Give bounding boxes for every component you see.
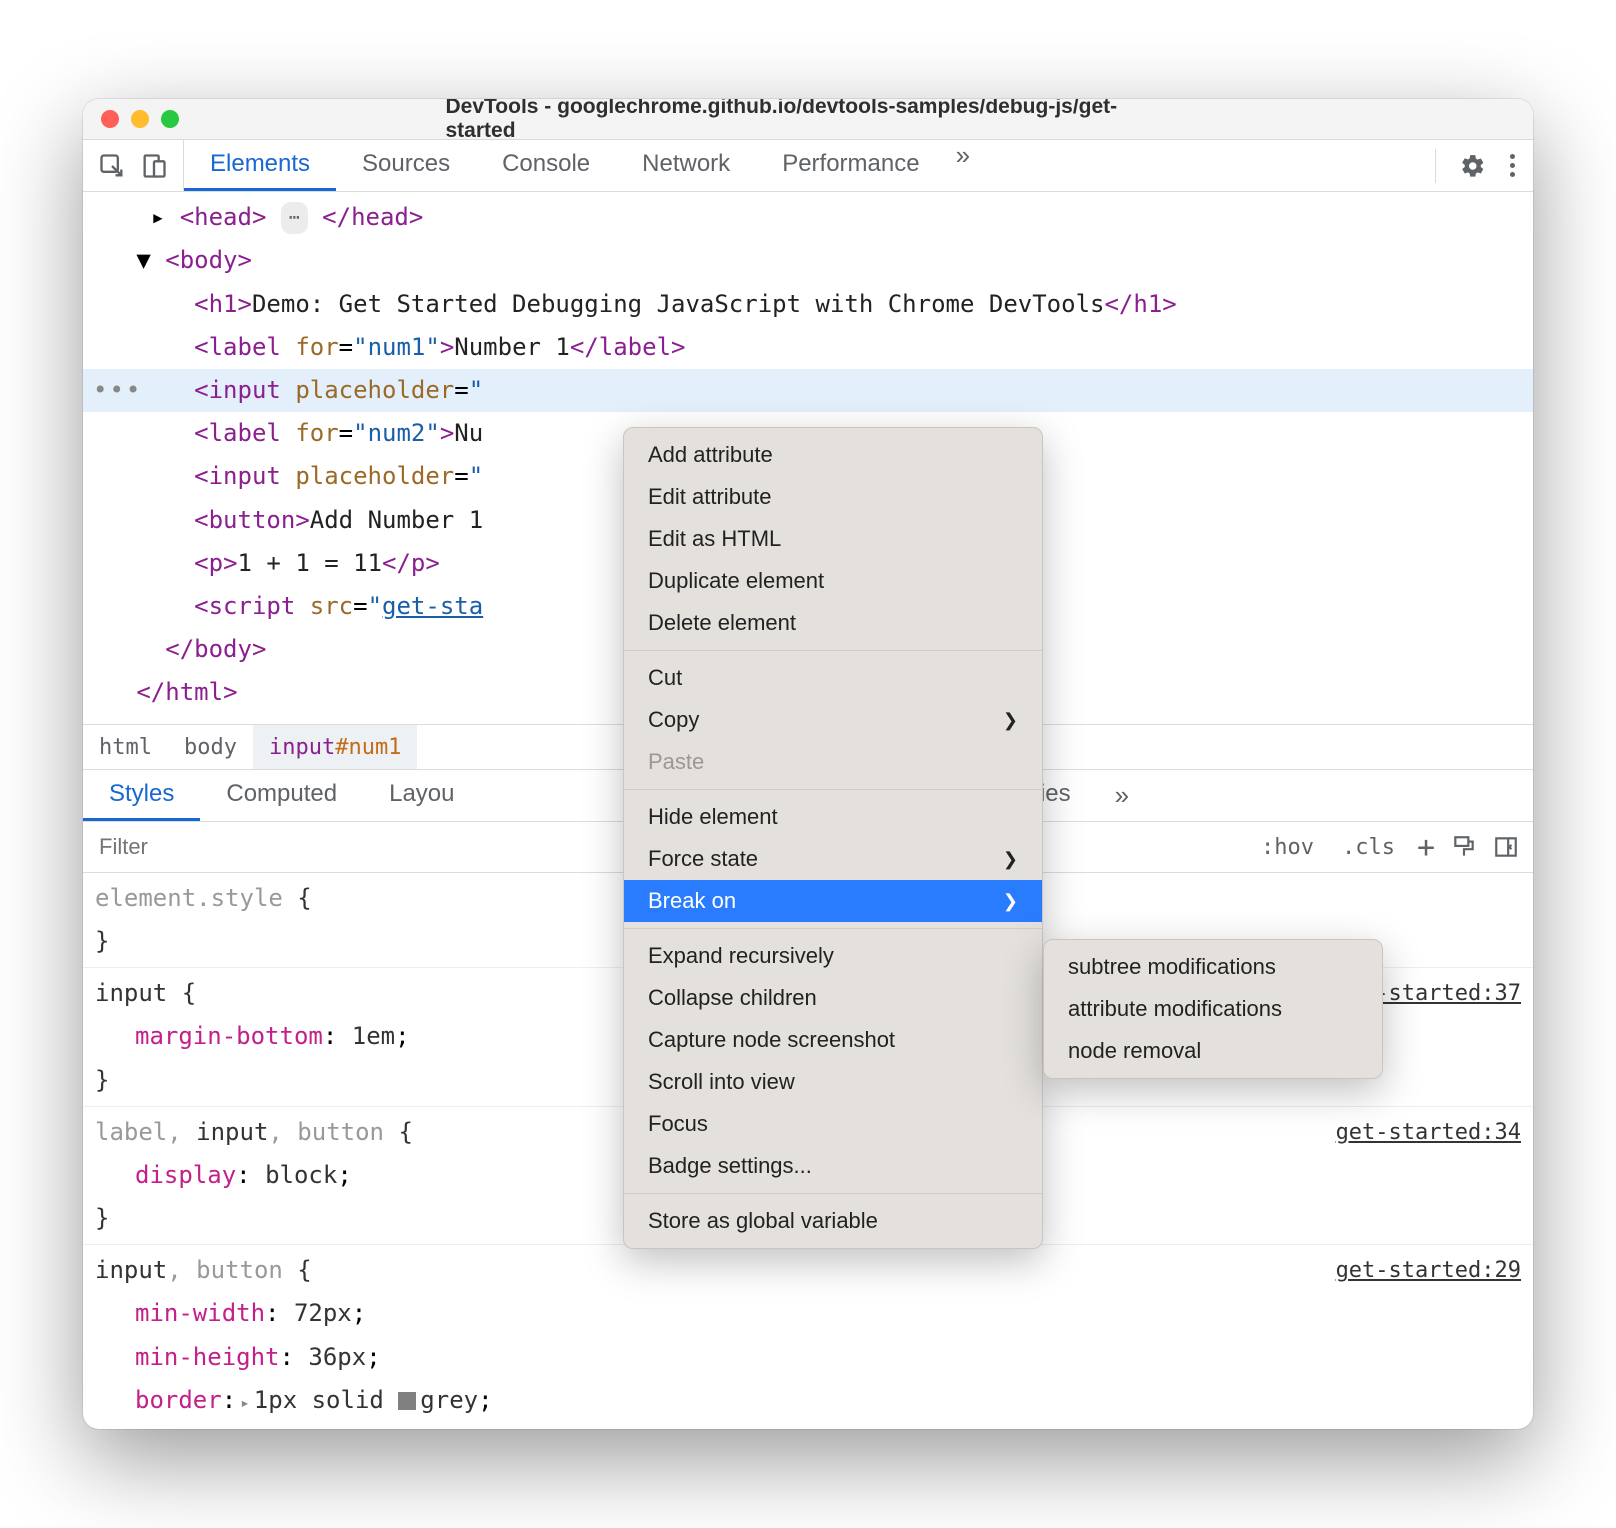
rule-input-button[interactable]: get-started:29 input, button { min-width… <box>83 1245 1533 1429</box>
more-tabs-icon[interactable]: » <box>946 140 980 191</box>
ctx-collapse-children[interactable]: Collapse children <box>624 977 1042 1019</box>
ctx-separator <box>624 789 1042 790</box>
stab-layout[interactable]: Layou <box>363 770 480 821</box>
close-button[interactable] <box>101 110 119 128</box>
more-styles-tabs-icon[interactable]: » <box>1097 770 1147 821</box>
tab-console[interactable]: Console <box>476 140 616 191</box>
hov-toggle[interactable]: :hov <box>1255 833 1320 862</box>
source-link[interactable]: get-started:29 <box>1336 1251 1521 1291</box>
ctx-add-attribute[interactable]: Add attribute <box>624 434 1042 476</box>
ctx-store-global[interactable]: Store as global variable <box>624 1200 1042 1242</box>
tab-sources[interactable]: Sources <box>336 140 476 191</box>
ctx-separator <box>624 1193 1042 1194</box>
main-toolbar: Elements Sources Console Network Perform… <box>83 140 1533 192</box>
dom-head[interactable]: ▸ <head> ⋯ </head> <box>83 196 1533 239</box>
ctx-paste: Paste <box>624 741 1042 783</box>
ctx-edit-attribute[interactable]: Edit attribute <box>624 476 1042 518</box>
ctx-break-on[interactable]: Break on❯ <box>624 880 1042 922</box>
tab-network[interactable]: Network <box>616 140 756 191</box>
crumb-input[interactable]: input#num1 <box>253 725 417 769</box>
computed-panel-icon[interactable] <box>1493 834 1519 860</box>
kebab-menu-icon[interactable] <box>1504 154 1521 177</box>
chevron-right-icon: ❯ <box>1003 710 1018 731</box>
ctx-separator <box>624 928 1042 929</box>
dom-h1[interactable]: <h1>Demo: Get Started Debugging JavaScri… <box>83 283 1533 326</box>
dom-body-open[interactable]: ▼ <body> <box>83 239 1533 282</box>
ctx-separator <box>624 650 1042 651</box>
selected-dots-icon: ••• <box>93 369 142 412</box>
ctx-cut[interactable]: Cut <box>624 657 1042 699</box>
zoom-button[interactable] <box>161 110 179 128</box>
cls-toggle[interactable]: .cls <box>1336 833 1401 862</box>
source-link[interactable]: get-started:34 <box>1336 1113 1521 1153</box>
main-tabs: Elements Sources Console Network Perform… <box>184 140 980 191</box>
filter-actions: :hov .cls + <box>1241 830 1533 865</box>
color-swatch[interactable] <box>398 1392 416 1410</box>
ctx-delete-element[interactable]: Delete element <box>624 602 1042 644</box>
devtools-window: DevTools - googlechrome.github.io/devtoo… <box>83 99 1533 1429</box>
settings-gear-icon[interactable] <box>1460 153 1486 179</box>
inspect-element-icon[interactable] <box>95 149 129 183</box>
toolbar-icons <box>95 140 184 191</box>
dom-input-selected[interactable]: ••• <input placeholder=" <box>83 369 1533 412</box>
divider <box>1435 149 1436 183</box>
submenu-node-removal[interactable]: node removal <box>1044 1030 1382 1072</box>
ctx-duplicate-element[interactable]: Duplicate element <box>624 560 1042 602</box>
titlebar: DevTools - googlechrome.github.io/devtoo… <box>83 99 1533 140</box>
ctx-hide-element[interactable]: Hide element <box>624 796 1042 838</box>
device-mode-icon[interactable] <box>137 149 171 183</box>
submenu-attribute-modifications[interactable]: attribute modifications <box>1044 988 1382 1030</box>
ctx-edit-as-html[interactable]: Edit as HTML <box>624 518 1042 560</box>
context-menu: Add attribute Edit attribute Edit as HTM… <box>623 427 1043 1249</box>
minimize-button[interactable] <box>131 110 149 128</box>
chevron-right-icon: ❯ <box>1003 849 1018 870</box>
chevron-right-icon: ❯ <box>1003 891 1018 912</box>
ctx-focus[interactable]: Focus <box>624 1103 1042 1145</box>
submenu-subtree-modifications[interactable]: subtree modifications <box>1044 946 1382 988</box>
new-style-rule-icon[interactable]: + <box>1417 830 1435 865</box>
ctx-capture-screenshot[interactable]: Capture node screenshot <box>624 1019 1042 1061</box>
ctx-scroll-into-view[interactable]: Scroll into view <box>624 1061 1042 1103</box>
ctx-force-state[interactable]: Force state❯ <box>624 838 1042 880</box>
paint-icon[interactable] <box>1451 834 1477 860</box>
window-title: DevTools - googlechrome.github.io/devtoo… <box>446 99 1171 143</box>
ctx-badge-settings[interactable]: Badge settings... <box>624 1145 1042 1187</box>
crumb-html[interactable]: html <box>83 725 168 769</box>
ctx-expand-recursively[interactable]: Expand recursively <box>624 935 1042 977</box>
context-submenu-break-on: subtree modifications attribute modifica… <box>1043 939 1383 1079</box>
crumb-body[interactable]: body <box>168 725 253 769</box>
toolbar-right <box>1421 149 1521 183</box>
dom-label1[interactable]: <label for="num1">Number 1</label> <box>83 326 1533 369</box>
stab-computed[interactable]: Computed <box>200 770 363 821</box>
tab-elements[interactable]: Elements <box>184 140 336 191</box>
ctx-copy[interactable]: Copy❯ <box>624 699 1042 741</box>
traffic-lights <box>101 110 179 128</box>
tab-performance[interactable]: Performance <box>756 140 945 191</box>
h1-text: Demo: Get Started Debugging JavaScript w… <box>252 290 1105 318</box>
stab-styles[interactable]: Styles <box>83 770 200 821</box>
